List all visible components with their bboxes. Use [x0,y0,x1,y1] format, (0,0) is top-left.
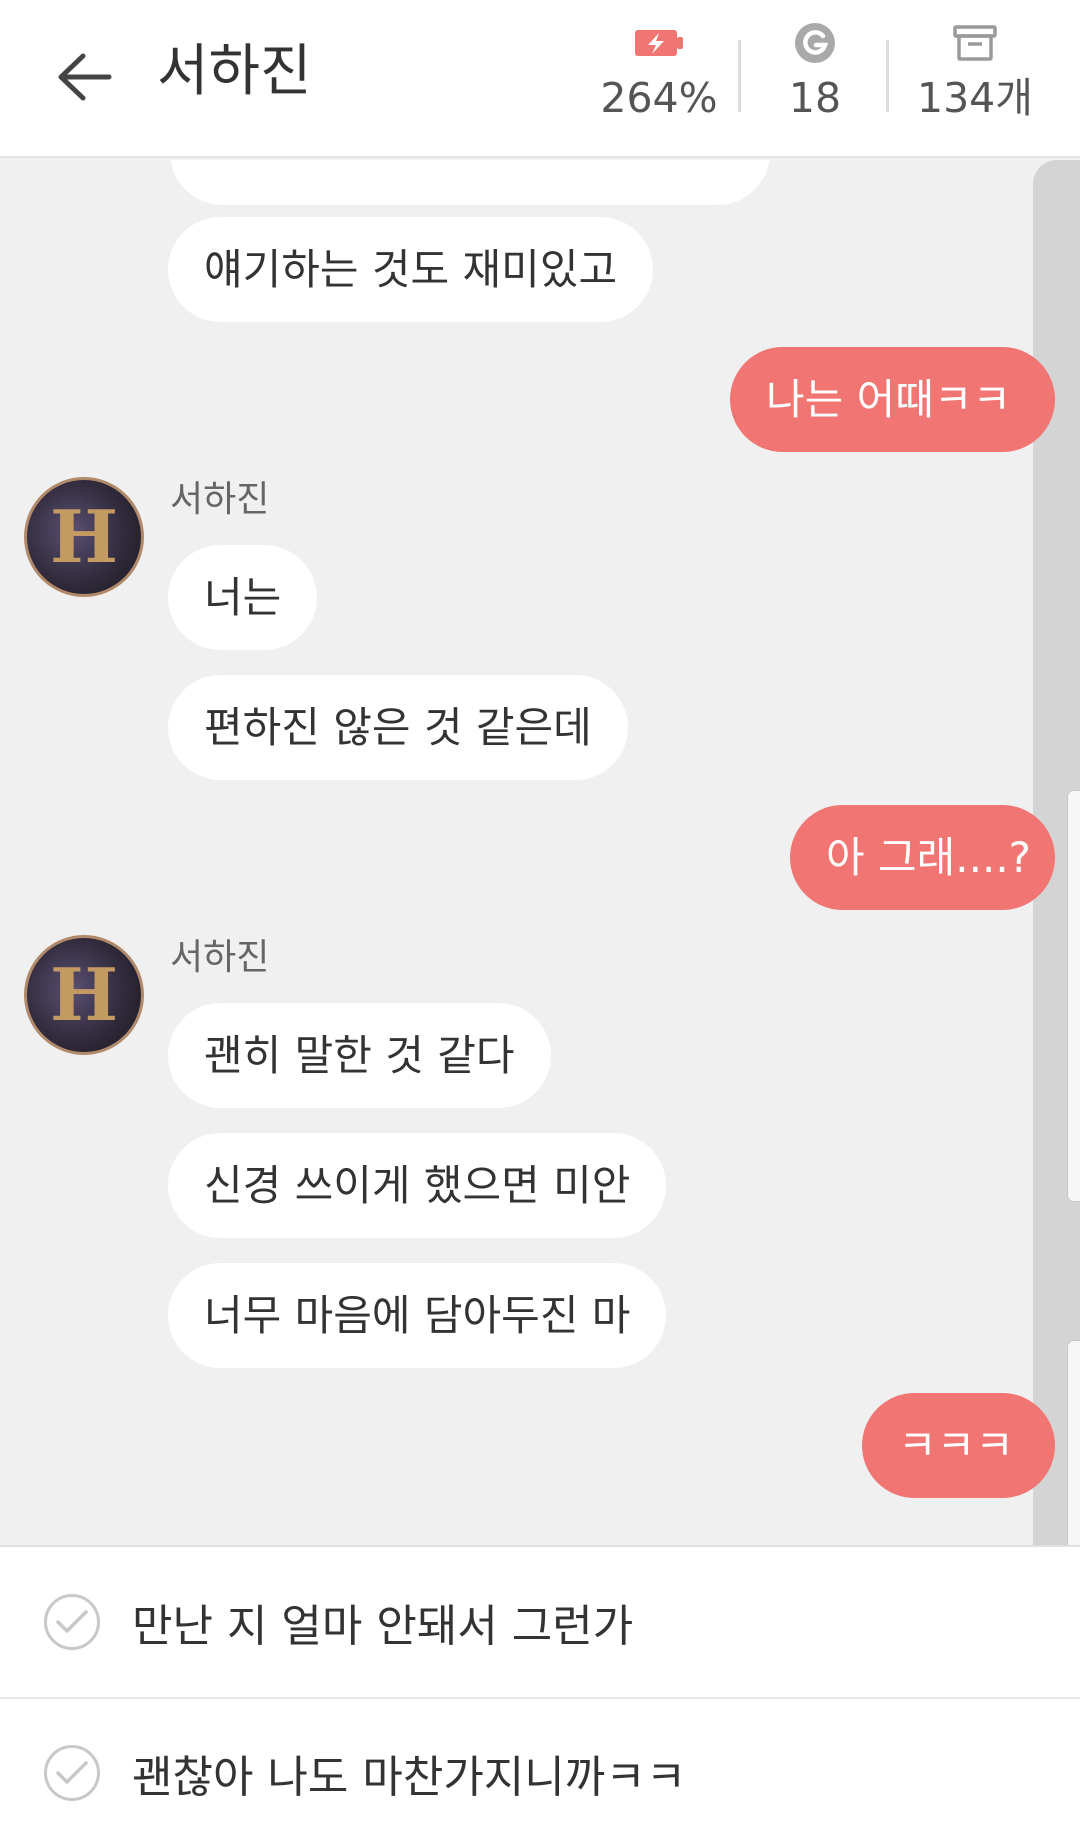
battery-stat[interactable]: 264% [594,22,724,132]
avatar-monogram: H [49,952,119,1037]
arrow-left-icon [58,53,112,101]
checkmark-icon [44,1745,100,1801]
scroll-thumb[interactable] [1067,790,1080,1202]
message-bubble: 너무 마음에 담아두진 마 [168,1263,667,1368]
items-stat[interactable]: 134개 [905,22,1045,132]
battery-charging-icon [635,30,683,56]
my-message-bubble: 아 그래....? [790,805,1055,910]
divider [886,40,889,112]
chat-messages[interactable]: 얘기하는 것도 재미있고 나는 어때ㅋㅋ H 서하진 너는 편하진 않은 것 같… [0,160,1080,1545]
g-coin-icon [795,23,835,63]
message-bubble: 신경 쓰이게 했으면 미안 [168,1133,667,1238]
coin-stat[interactable]: 18 [760,22,870,132]
reply-option[interactable]: 만난 지 얼마 안돼서 그런가 [0,1547,1080,1697]
reply-option[interactable]: 괜찮아 나도 마찬가지니까ㅋㅋ [0,1697,1080,1847]
items-value: 134개 [917,74,1033,122]
coin-value: 18 [788,74,842,122]
message-bubble-partial [170,160,770,205]
checkmark-icon [44,1594,100,1650]
chat-header: 서하진 264% 18 134개 [0,0,1080,158]
avatar[interactable]: H [24,935,144,1055]
sender-name: 서하진 [170,479,270,520]
divider [738,40,741,112]
chat-title: 서하진 [157,39,312,104]
reply-option-text: 괜찮아 나도 마찬가지니까ㅋㅋ [132,1752,687,1803]
archive-box-icon [953,25,997,61]
message-bubble: 편하진 않은 것 같은데 [168,675,628,780]
reply-option-text: 만난 지 얼마 안돼서 그런가 [132,1601,634,1652]
reply-options: 만난 지 얼마 안돼서 그런가 괜찮아 나도 마찬가지니까ㅋㅋ [0,1545,1080,1847]
back-button[interactable] [44,38,122,116]
avatar-monogram: H [49,494,119,579]
avatar[interactable]: H [24,477,144,597]
message-bubble: 괜히 말한 것 같다 [168,1003,551,1108]
my-message-bubble: 나는 어때ㅋㅋ [730,347,1055,452]
scroll-thumb[interactable] [1067,1340,1080,1545]
my-message-bubble: ㅋㅋㅋ [862,1393,1055,1498]
battery-value: 264% [600,74,718,122]
message-bubble: 너는 [168,545,318,650]
sender-name: 서하진 [170,937,270,978]
message-bubble: 얘기하는 것도 재미있고 [168,217,654,322]
